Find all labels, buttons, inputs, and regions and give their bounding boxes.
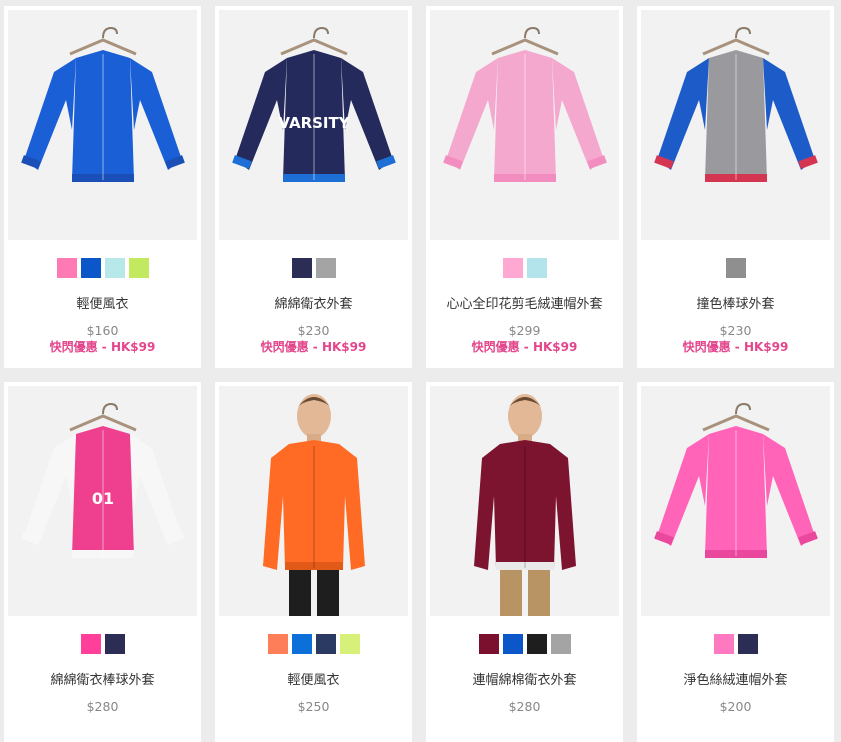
product-price: $250 xyxy=(297,699,330,714)
product-price: $230 xyxy=(297,323,330,338)
color-swatches xyxy=(8,258,197,278)
product-price: $299 xyxy=(508,323,541,338)
color-swatch[interactable] xyxy=(737,634,758,654)
color-swatches xyxy=(219,634,408,654)
product-name[interactable]: 淨色絲絨連帽外套 xyxy=(641,672,830,690)
product-name[interactable]: 綿綿衛衣棒球外套 xyxy=(8,672,197,690)
color-swatches xyxy=(8,634,197,654)
product-name[interactable]: 輕便風衣 xyxy=(8,296,197,314)
color-swatch[interactable] xyxy=(315,634,336,654)
product-card[interactable]: 淨色絲絨連帽外套 $200 xyxy=(637,382,834,742)
color-swatches xyxy=(641,634,830,654)
color-swatch[interactable] xyxy=(315,258,336,278)
product-price: $280 xyxy=(86,699,119,714)
color-swatch[interactable] xyxy=(725,258,746,278)
color-swatches xyxy=(219,258,408,278)
color-swatches xyxy=(430,634,619,654)
color-swatch[interactable] xyxy=(478,634,499,654)
product-card[interactable]: 心心全印花剪毛絨連帽外套 $299 快閃優惠 - HK$99 xyxy=(426,6,623,368)
color-swatch[interactable] xyxy=(291,634,312,654)
color-swatch[interactable] xyxy=(502,634,523,654)
product-photo[interactable] xyxy=(641,10,830,240)
product-photo[interactable] xyxy=(8,10,197,240)
product-grid: 輕便風衣 $160 快閃優惠 - HK$99 VARSITY 綿綿衛衣外套 $2… xyxy=(0,0,841,742)
color-swatch[interactable] xyxy=(339,634,360,654)
color-swatch[interactable] xyxy=(56,258,77,278)
color-swatch[interactable] xyxy=(502,258,523,278)
color-swatch[interactable] xyxy=(80,634,101,654)
color-swatch[interactable] xyxy=(104,258,125,278)
product-photo[interactable]: 01 xyxy=(8,386,197,616)
color-swatch[interactable] xyxy=(104,634,125,654)
product-card[interactable]: 撞色棒球外套 $230 快閃優惠 - HK$99 xyxy=(637,6,834,368)
flash-sale-price: 快閃優惠 - HK$99 xyxy=(471,340,578,354)
flash-sale-price: 快閃優惠 - HK$99 xyxy=(49,340,156,354)
product-price: $280 xyxy=(508,699,541,714)
product-card[interactable]: 輕便風衣 $160 快閃優惠 - HK$99 xyxy=(4,6,201,368)
product-name[interactable]: 連帽綿棉衛衣外套 xyxy=(430,672,619,690)
flash-sale-price: 快閃優惠 - HK$99 xyxy=(682,340,789,354)
product-price: $230 xyxy=(719,323,752,338)
color-swatch[interactable] xyxy=(550,634,571,654)
product-name[interactable]: 輕便風衣 xyxy=(219,672,408,690)
product-name[interactable]: 綿綿衛衣外套 xyxy=(219,296,408,314)
product-price: $200 xyxy=(719,699,752,714)
product-photo[interactable] xyxy=(430,10,619,240)
product-photo[interactable] xyxy=(641,386,830,616)
product-card[interactable]: 連帽綿棉衛衣外套 $280 xyxy=(426,382,623,742)
product-card[interactable]: 01 綿綿衛衣棒球外套 $280 xyxy=(4,382,201,742)
product-card[interactable]: 輕便風衣 $250 xyxy=(215,382,412,742)
product-photo[interactable] xyxy=(219,386,408,616)
color-swatch[interactable] xyxy=(267,634,288,654)
product-price: $160 xyxy=(86,323,119,338)
color-swatch[interactable] xyxy=(80,258,101,278)
color-swatches xyxy=(641,258,830,278)
product-name[interactable]: 撞色棒球外套 xyxy=(641,296,830,314)
product-name[interactable]: 心心全印花剪毛絨連帽外套 xyxy=(430,296,619,314)
product-photo[interactable]: VARSITY xyxy=(219,10,408,240)
color-swatch[interactable] xyxy=(128,258,149,278)
svg-text:VARSITY: VARSITY xyxy=(278,114,350,132)
flash-sale-price: 快閃優惠 - HK$99 xyxy=(260,340,367,354)
color-swatch[interactable] xyxy=(526,258,547,278)
color-swatches xyxy=(430,258,619,278)
color-swatch[interactable] xyxy=(291,258,312,278)
svg-text:01: 01 xyxy=(92,489,114,508)
product-card[interactable]: VARSITY 綿綿衛衣外套 $230 快閃優惠 - HK$99 xyxy=(215,6,412,368)
product-photo[interactable] xyxy=(430,386,619,616)
color-swatch[interactable] xyxy=(713,634,734,654)
color-swatch[interactable] xyxy=(526,634,547,654)
